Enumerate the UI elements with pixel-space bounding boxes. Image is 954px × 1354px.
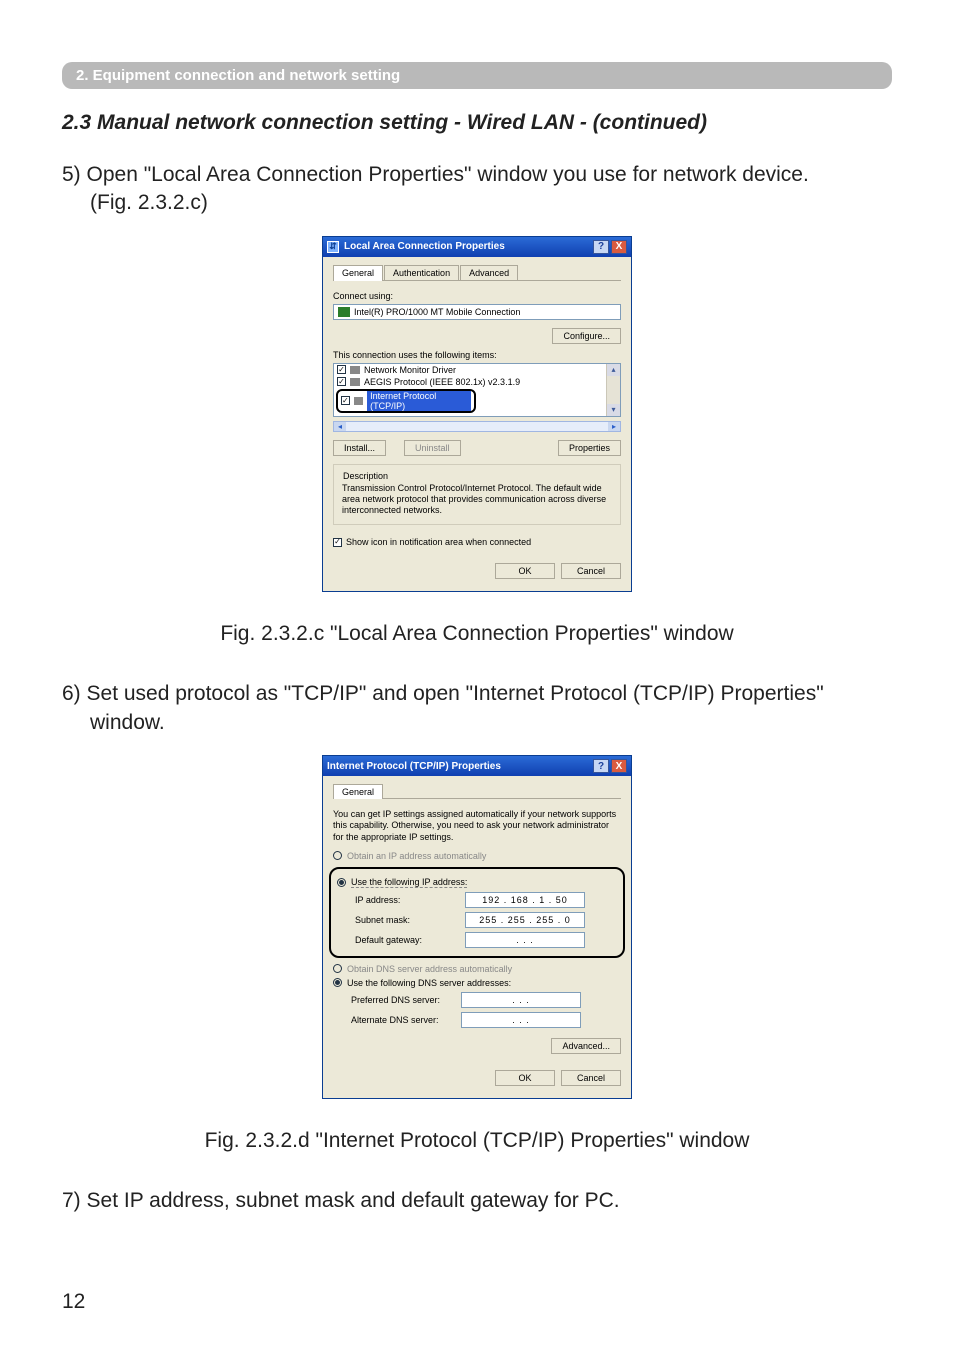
description-legend: Description bbox=[340, 471, 391, 481]
local-area-connection-dialog: ⇵ Local Area Connection Properties ? X G… bbox=[322, 236, 632, 593]
preferred-dns-label: Preferred DNS server: bbox=[351, 995, 461, 1005]
scroll-down-icon[interactable]: ▾ bbox=[607, 404, 620, 416]
list-item-label: Internet Protocol (TCP/IP) bbox=[367, 391, 471, 411]
help-button[interactable]: ? bbox=[593, 759, 609, 773]
figure-caption-2: Fig. 2.3.2.d "Internet Protocol (TCP/IP)… bbox=[62, 1129, 892, 1153]
cancel-button[interactable]: Cancel bbox=[561, 1070, 621, 1086]
ok-button[interactable]: OK bbox=[495, 1070, 555, 1086]
figure-caption-1: Fig. 2.3.2.c "Local Area Connection Prop… bbox=[62, 622, 892, 646]
advanced-button[interactable]: Advanced... bbox=[551, 1038, 621, 1054]
titlebar: Internet Protocol (TCP/IP) Properties ? … bbox=[323, 756, 631, 776]
scrollbar-horizontal[interactable]: ◂ ▸ bbox=[333, 421, 621, 432]
checkbox-icon[interactable]: ✓ bbox=[337, 377, 346, 386]
configure-button[interactable]: Configure... bbox=[552, 328, 621, 344]
connect-using-label: Connect using: bbox=[333, 291, 621, 301]
list-item-selected[interactable]: ✓ Internet Protocol (TCP/IP) bbox=[336, 389, 476, 413]
tcpip-properties-dialog: Internet Protocol (TCP/IP) Properties ? … bbox=[322, 755, 632, 1099]
ip-address-field[interactable]: 192 . 168 . 1 . 50 bbox=[465, 892, 585, 908]
radio-label: Use the following DNS server addresses: bbox=[347, 978, 511, 988]
radio-icon bbox=[333, 851, 342, 860]
radio-icon bbox=[333, 964, 342, 973]
step-6-line2: window. bbox=[62, 709, 165, 737]
protocol-icon bbox=[354, 397, 363, 405]
description-fieldset: Description Transmission Control Protoco… bbox=[333, 464, 621, 526]
section-heading: 2.3 Manual network connection setting - … bbox=[62, 111, 892, 135]
step-7: 7) Set IP address, subnet mask and defau… bbox=[62, 1187, 892, 1215]
ip-address-label: IP address: bbox=[355, 895, 465, 905]
tab-general[interactable]: General bbox=[333, 784, 383, 799]
tab-advanced[interactable]: Advanced bbox=[460, 265, 518, 280]
checkbox-icon[interactable]: ✓ bbox=[333, 538, 342, 547]
radio-use-ip[interactable]: Use the following IP address: bbox=[337, 877, 617, 888]
list-item-label: AEGIS Protocol (IEEE 802.1x) v2.3.1.9 bbox=[364, 377, 520, 387]
scroll-left-icon[interactable]: ◂ bbox=[334, 422, 346, 431]
titlebar: ⇵ Local Area Connection Properties ? X bbox=[323, 237, 631, 257]
help-button[interactable]: ? bbox=[593, 240, 609, 254]
page-number: 12 bbox=[62, 1290, 85, 1314]
tabs: General Authentication Advanced bbox=[333, 265, 621, 281]
tab-authentication[interactable]: Authentication bbox=[384, 265, 459, 280]
cancel-button[interactable]: Cancel bbox=[561, 563, 621, 579]
scrollbar-vertical[interactable]: ▴ ▾ bbox=[606, 364, 620, 416]
step-6-line1: 6) Set used protocol as "TCP/IP" and ope… bbox=[62, 682, 824, 705]
network-icon: ⇵ bbox=[327, 241, 339, 253]
radio-obtain-ip[interactable]: Obtain an IP address automatically bbox=[333, 851, 621, 861]
radio-label: Obtain an IP address automatically bbox=[347, 851, 486, 861]
uses-items-label: This connection uses the following items… bbox=[333, 350, 621, 360]
radio-label: Use the following IP address: bbox=[351, 877, 467, 888]
subnet-mask-field[interactable]: 255 . 255 . 255 . 0 bbox=[465, 912, 585, 928]
list-item[interactable]: ✓ AEGIS Protocol (IEEE 802.1x) v2.3.1.9 bbox=[334, 376, 606, 388]
step-5: 5) Open "Local Area Connection Propertie… bbox=[62, 161, 892, 218]
step-5-line2: (Fig. 2.3.2.c) bbox=[62, 189, 208, 217]
list-item-label: Network Monitor Driver bbox=[364, 365, 456, 375]
preferred-dns-field[interactable]: . . . bbox=[461, 992, 581, 1008]
scroll-right-icon[interactable]: ▸ bbox=[608, 422, 620, 431]
default-gateway-label: Default gateway: bbox=[355, 935, 465, 945]
close-button[interactable]: X bbox=[611, 240, 627, 254]
adapter-field: Intel(R) PRO/1000 MT Mobile Connection bbox=[333, 304, 621, 320]
uninstall-button[interactable]: Uninstall bbox=[404, 440, 461, 456]
components-listbox[interactable]: ✓ Network Monitor Driver ✓ AEGIS Protoco… bbox=[333, 363, 621, 417]
alternate-dns-field[interactable]: . . . bbox=[461, 1012, 581, 1028]
tab-general[interactable]: General bbox=[333, 265, 383, 281]
driver-icon bbox=[350, 366, 360, 374]
ok-button[interactable]: OK bbox=[495, 563, 555, 579]
checkbox-icon[interactable]: ✓ bbox=[341, 396, 350, 405]
ip-settings-highlight: Use the following IP address: IP address… bbox=[329, 867, 625, 958]
adapter-icon bbox=[338, 307, 350, 317]
list-item[interactable]: ✓ Network Monitor Driver bbox=[334, 364, 606, 376]
adapter-name: Intel(R) PRO/1000 MT Mobile Connection bbox=[354, 307, 520, 317]
install-button[interactable]: Install... bbox=[333, 440, 386, 456]
show-icon-label: Show icon in notification area when conn… bbox=[346, 537, 531, 547]
step-6: 6) Set used protocol as "TCP/IP" and ope… bbox=[62, 680, 892, 737]
checkbox-icon[interactable]: ✓ bbox=[337, 365, 346, 374]
alternate-dns-label: Alternate DNS server: bbox=[351, 1015, 461, 1025]
close-button[interactable]: X bbox=[611, 759, 627, 773]
dialog-title: Local Area Connection Properties bbox=[344, 241, 505, 252]
radio-obtain-dns: Obtain DNS server address automatically bbox=[333, 964, 621, 974]
subnet-mask-label: Subnet mask: bbox=[355, 915, 465, 925]
radio-icon bbox=[337, 878, 346, 887]
radio-icon bbox=[333, 978, 342, 987]
description-text: Transmission Control Protocol/Internet P… bbox=[342, 483, 612, 517]
properties-button[interactable]: Properties bbox=[558, 440, 621, 456]
ip-help-text: You can get IP settings assigned automat… bbox=[333, 809, 621, 843]
tabs: General bbox=[333, 784, 621, 799]
show-icon-row[interactable]: ✓ Show icon in notification area when co… bbox=[333, 537, 621, 547]
radio-use-dns[interactable]: Use the following DNS server addresses: bbox=[333, 978, 621, 988]
default-gateway-field[interactable]: . . . bbox=[465, 932, 585, 948]
step-5-line1: 5) Open "Local Area Connection Propertie… bbox=[62, 163, 809, 186]
section-bar: 2. Equipment connection and network sett… bbox=[62, 62, 892, 89]
dialog-title: Internet Protocol (TCP/IP) Properties bbox=[327, 761, 501, 772]
driver-icon bbox=[350, 378, 360, 386]
scroll-up-icon[interactable]: ▴ bbox=[607, 364, 620, 376]
radio-label: Obtain DNS server address automatically bbox=[347, 964, 512, 974]
